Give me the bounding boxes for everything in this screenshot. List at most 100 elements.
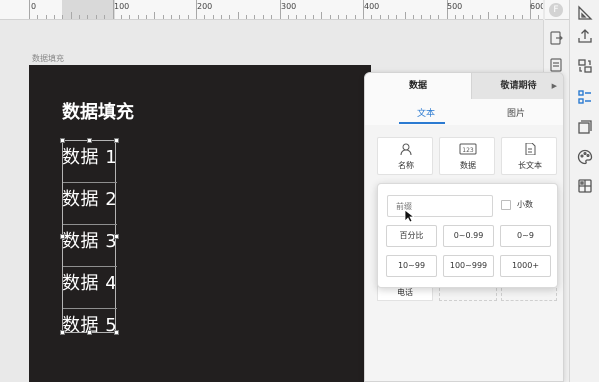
- subtab-text[interactable]: 文本: [417, 106, 435, 119]
- ruler-label: 0: [31, 2, 37, 11]
- range-0-9-button[interactable]: 0~9: [500, 225, 551, 247]
- ruler-tick: [538, 15, 540, 19]
- ruler-label: 300: [281, 2, 297, 11]
- app-window: 0 100 200 300 400 500 600 F: [0, 0, 599, 382]
- ruler-tick: [496, 15, 498, 19]
- decimal-checkbox[interactable]: [501, 200, 511, 210]
- ruler-tick: [129, 15, 131, 19]
- prefix-input[interactable]: [387, 195, 493, 217]
- ruler-tick: [404, 12, 406, 19]
- ruler-tick: [388, 15, 390, 19]
- card-number[interactable]: 123 数据: [439, 137, 495, 175]
- ruler-tick: [145, 15, 147, 19]
- selection-box[interactable]: [62, 140, 117, 333]
- ruler-tick: [438, 15, 440, 19]
- ruler-tick: [170, 15, 172, 19]
- ruler-tick: [504, 15, 506, 19]
- style-layers-icon[interactable]: [576, 118, 594, 136]
- selection-divider: [63, 182, 117, 183]
- resize-handle[interactable]: [60, 138, 65, 143]
- ruler-tick: [371, 15, 373, 19]
- card-long-text[interactable]: 长文本: [501, 137, 557, 175]
- ruler-label: 600: [530, 2, 543, 11]
- export-doc-icon[interactable]: [548, 30, 564, 46]
- ruler-tick: [120, 15, 122, 19]
- ruler-tick: [471, 15, 473, 19]
- ruler-tick: [204, 15, 206, 19]
- list-doc-icon[interactable]: [548, 57, 564, 73]
- ruler-tick: [70, 12, 72, 19]
- ruler-tick: [454, 15, 456, 19]
- ruler-tick: [137, 15, 139, 19]
- range-10-99-button[interactable]: 10~99: [386, 255, 437, 277]
- card-phone-label: 电话: [397, 288, 413, 297]
- ruler-tick: [37, 15, 39, 19]
- resize-handle[interactable]: [114, 330, 119, 335]
- subtabs: 文本 图片: [365, 99, 563, 125]
- percent-button[interactable]: 百分比: [386, 225, 437, 247]
- person-icon: [400, 143, 412, 155]
- artboard-name: 数据填充: [32, 54, 64, 63]
- ruler-tick: [479, 15, 481, 19]
- ruler-tick: [237, 12, 239, 19]
- resize-handle[interactable]: [60, 234, 65, 239]
- selection-divider: [63, 266, 117, 267]
- resize-handle[interactable]: [87, 330, 92, 335]
- artboard[interactable]: 数据填充 数据 1 数据 2 数据 3 数据 4 数据 5: [29, 65, 371, 382]
- ruler-label: 400: [364, 2, 380, 11]
- upload-icon[interactable]: [576, 27, 594, 45]
- grid-icon[interactable]: [576, 177, 594, 195]
- resize-handle[interactable]: [114, 234, 119, 239]
- document-icon: [525, 143, 536, 155]
- ruler-label: 100: [114, 2, 130, 11]
- ruler-tick: [87, 15, 89, 19]
- ruler-tick: [95, 15, 97, 19]
- ruler-tick: [212, 15, 214, 19]
- resize-handle[interactable]: [87, 138, 92, 143]
- ruler-icon[interactable]: [576, 4, 594, 22]
- ruler-tick: [321, 12, 323, 19]
- subtab-image[interactable]: 图片: [507, 106, 525, 119]
- ruler-tick: [429, 15, 431, 19]
- card-label: 数据: [460, 161, 476, 170]
- ruler-tick: [262, 15, 264, 19]
- horizontal-ruler: 0 100 200 300 400 500 600: [0, 0, 543, 20]
- ruler-tick: [187, 15, 189, 19]
- ruler-tick: [488, 12, 490, 19]
- ruler-tick: [162, 15, 164, 19]
- card-label: 长文本: [518, 161, 542, 170]
- ruler-tick: [354, 15, 356, 19]
- resize-handle[interactable]: [114, 138, 119, 143]
- ruler-tick: [413, 15, 415, 19]
- tab-data[interactable]: 数据: [365, 73, 471, 99]
- avatar[interactable]: F: [545, 0, 569, 20]
- palette-icon[interactable]: [576, 148, 594, 166]
- ruler-tick: [304, 15, 306, 19]
- range-100-999-button[interactable]: 100~999: [443, 255, 494, 277]
- ruler-tick: [79, 15, 81, 19]
- ruler-tick: [329, 15, 331, 19]
- range-0-0.99-button[interactable]: 0~0.99: [443, 225, 494, 247]
- resize-handle[interactable]: [60, 330, 65, 335]
- ruler-tick: [396, 15, 398, 19]
- ruler-tick: [154, 12, 156, 19]
- numeric-123-icon: 123: [459, 143, 477, 155]
- card-label: 名称: [398, 161, 414, 170]
- range-1000-plus-button[interactable]: 1000+: [500, 255, 551, 277]
- selection-divider: [63, 308, 117, 309]
- tab-coming-soon-label: 敬请期待: [500, 81, 537, 91]
- data-fill-icon[interactable]: [576, 88, 594, 106]
- replace-icon[interactable]: [576, 57, 594, 75]
- ruler-tick: [521, 15, 523, 19]
- panel-tabs: 数据 敬请期待 ▶: [365, 73, 563, 99]
- svg-text:123: 123: [462, 147, 474, 154]
- ruler-tick: [337, 15, 339, 19]
- card-name[interactable]: 名称: [377, 137, 433, 175]
- ruler-tick: [312, 15, 314, 19]
- mouse-cursor-icon: [404, 209, 414, 223]
- ruler-tick: [296, 15, 298, 19]
- ruler-tick: [287, 15, 289, 19]
- tab-coming-soon[interactable]: 敬请期待 ▶: [471, 73, 563, 99]
- ruler-label: 200: [197, 2, 213, 11]
- ruler-tick: [229, 15, 231, 19]
